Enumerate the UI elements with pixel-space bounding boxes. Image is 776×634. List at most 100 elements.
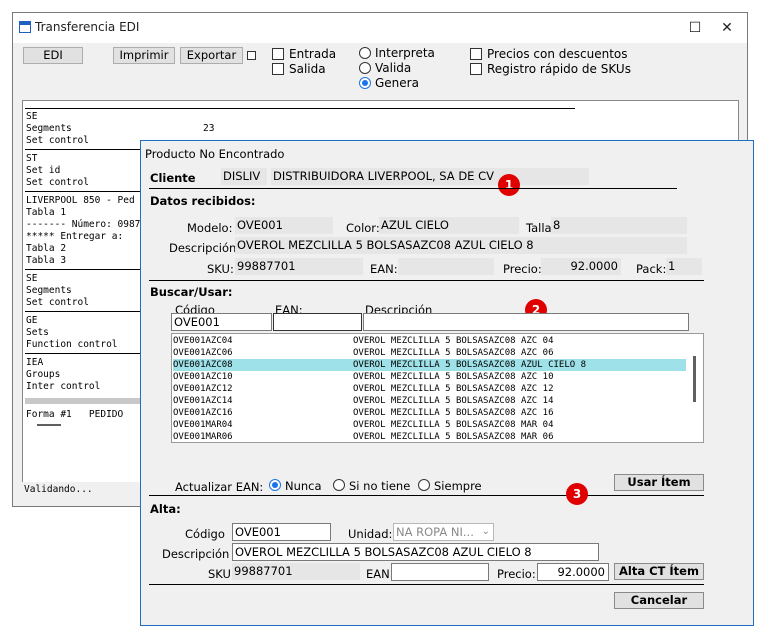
siempre-label: Siempre <box>434 479 482 493</box>
log-divider <box>25 108 575 109</box>
genera-radio[interactable] <box>359 77 371 89</box>
log-line: Tabla 2 <box>26 243 67 254</box>
siempre-radio[interactable] <box>418 479 430 491</box>
valida-radio[interactable] <box>359 62 371 74</box>
registro-label: Registro rápido de SKUs <box>487 62 631 76</box>
alta-codigo-label: Código <box>185 527 225 541</box>
alta-precio-input[interactable]: 92.0000 <box>537 563 609 581</box>
buscar-descripcion-input[interactable] <box>363 313 689 331</box>
log-line: Tabla 3 <box>26 255 67 266</box>
descripcion-value: OVEROL MEZCLILLA 5 BOLSASAZC08 AZUL CIEL… <box>235 237 687 254</box>
item-code: OVE001MAR04 <box>173 420 233 430</box>
item-desc: OVEROL MEZCLILLA 5 BOLSASAZC08 AZC 04 <box>353 336 554 346</box>
imprimir-button[interactable]: Imprimir <box>113 47 175 64</box>
list-item[interactable]: OVE001MAR04 OVEROL MEZCLILLA 5 BOLSASAZC0… <box>173 419 686 431</box>
salida-checkbox[interactable] <box>272 63 284 75</box>
scrollbar-thumb[interactable] <box>693 356 696 402</box>
window-title: Transferencia EDI <box>35 20 140 34</box>
list-item[interactable]: OVE001AZC04 OVEROL MEZCLILLA 5 BOLSASAZC0… <box>173 335 686 347</box>
log-divider <box>25 353 140 354</box>
log-line: ST <box>26 153 38 164</box>
nunca-label: Nunca <box>285 479 322 493</box>
precios-checkbox[interactable] <box>470 48 482 60</box>
item-desc: OVEROL MEZCLILLA 5 BOLSASAZC08 AZC 06 <box>353 348 554 358</box>
entrada-checkbox[interactable] <box>272 48 284 60</box>
color-value: AZUL CIELO <box>379 217 519 234</box>
precios-label: Precios con descuentos <box>487 47 628 61</box>
log-value: 23 <box>203 123 215 134</box>
actualizar-ean-label: Actualizar EAN: <box>175 480 264 494</box>
modelo-label: Modelo: <box>187 221 233 235</box>
section-divider <box>149 280 704 281</box>
alta-ean-label: EAN: <box>366 567 394 581</box>
alta-ean-input[interactable] <box>391 563 489 581</box>
list-item[interactable]: OVE001AZC16 OVEROL MEZCLILLA 5 BOLSASAZC0… <box>173 407 686 419</box>
list-item-selected[interactable]: OVE001AZC08 OVEROL MEZCLILLA 5 BOLSASAZC0… <box>173 359 686 371</box>
talla-label: Talla <box>526 221 552 235</box>
log-line: Segments <box>26 285 72 296</box>
log-divider <box>25 149 140 150</box>
log-line: SE <box>26 111 38 122</box>
item-desc: OVEROL MEZCLILLA 5 BOLSASAZC08 AZC 12 <box>353 384 554 394</box>
item-code: OVE001AZC06 <box>173 348 233 358</box>
log-divider <box>25 311 140 312</box>
sku-label: SKU: <box>207 262 234 276</box>
list-item[interactable]: OVE001AZC14 OVEROL MEZCLILLA 5 BOLSASAZC0… <box>173 395 686 407</box>
list-item[interactable]: OVE001MAR06 OVEROL MEZCLILLA 5 BOLSASAZC0… <box>173 431 686 442</box>
alta-descripcion-label: Descripción <box>162 547 230 561</box>
log-line: Forma #1 PEDIDO <box>26 409 124 420</box>
log-line: Inter control <box>26 381 101 392</box>
log-line: Sets <box>26 327 49 338</box>
cliente-code: DISLIV <box>221 168 267 185</box>
log-line: Set control <box>26 297 89 308</box>
app-icon <box>19 21 31 33</box>
close-icon[interactable]: ✕ <box>715 17 739 39</box>
alta-sku-value: 99887701 <box>232 563 360 580</box>
edi-button[interactable]: EDI <box>23 47 83 64</box>
log-divider <box>25 269 140 270</box>
maximize-icon[interactable]: ☐ <box>683 17 707 39</box>
item-code: OVE001AZC12 <box>173 384 233 394</box>
descripcion-label: Descripción <box>169 241 237 255</box>
cancel-button[interactable]: Cancelar <box>614 592 704 609</box>
unidad-select[interactable]: NA ROPA NI... ⌄ <box>393 523 494 541</box>
results-list[interactable]: OVE001AZC04 OVEROL MEZCLILLA 5 BOLSASAZC0… <box>171 333 704 443</box>
list-scrollbar[interactable] <box>686 334 703 442</box>
modelo-value: OVE001 <box>235 217 333 234</box>
interpreta-radio[interactable] <box>359 47 371 59</box>
alta-precio-label: Precio: <box>497 567 536 581</box>
item-desc: OVEROL MEZCLILLA 5 BOLSASAZC08 AZUL CIEL… <box>353 360 586 370</box>
hscroll-thumb[interactable] <box>37 424 61 426</box>
buscar-codigo-input[interactable]: OVE001 <box>171 313 272 331</box>
alta-codigo-input[interactable]: OVE001 <box>232 523 331 541</box>
log-line: Set control <box>26 177 89 188</box>
entrada-label: Entrada <box>289 47 337 61</box>
alta-ct-item-button[interactable]: Alta CT Ítem <box>614 563 704 580</box>
list-item[interactable]: OVE001AZC10 OVEROL MEZCLILLA 5 BOLSASAZC0… <box>173 371 686 383</box>
exportar-button[interactable]: Exportar <box>180 47 243 64</box>
item-code: OVE001AZC08 <box>173 360 233 370</box>
precio-value: 92.0000 <box>541 258 621 275</box>
pack-value: 1 <box>666 258 702 275</box>
sinotiene-radio[interactable] <box>333 479 345 491</box>
alta-sku-label: SKU <box>208 567 231 581</box>
log-line: GE <box>26 315 38 326</box>
sinotiene-label: Si no tiene <box>349 479 411 493</box>
item-desc: OVEROL MEZCLILLA 5 BOLSASAZC08 MAR 04 <box>353 420 554 430</box>
alta-descripcion-input[interactable]: OVEROL MEZCLILLA 5 BOLSASAZC08 AZUL CIEL… <box>232 543 599 561</box>
nunca-radio[interactable] <box>269 479 281 491</box>
list-item[interactable]: OVE001AZC12 OVEROL MEZCLILLA 5 BOLSASAZC0… <box>173 383 686 395</box>
product-not-found-dialog: Producto No Encontrado Cliente DISLIV DI… <box>140 140 754 626</box>
exportar-checkbox[interactable] <box>247 51 256 60</box>
callout-badge-3: 3 <box>566 483 588 505</box>
usar-item-button[interactable]: Usar Ítem <box>614 474 704 491</box>
datos-recibidos-header: Datos recibidos: <box>150 194 256 208</box>
precio-label: Precio: <box>503 262 542 276</box>
item-code: OVE001MAR06 <box>173 432 233 442</box>
valida-label: Valida <box>375 61 412 75</box>
callout-badge-1: 1 <box>498 174 520 196</box>
log-line: Tabla 1 <box>26 207 67 218</box>
list-item[interactable]: OVE001AZC06 OVEROL MEZCLILLA 5 BOLSASAZC0… <box>173 347 686 359</box>
registro-checkbox[interactable] <box>470 63 482 75</box>
buscar-ean-input[interactable] <box>273 313 362 331</box>
